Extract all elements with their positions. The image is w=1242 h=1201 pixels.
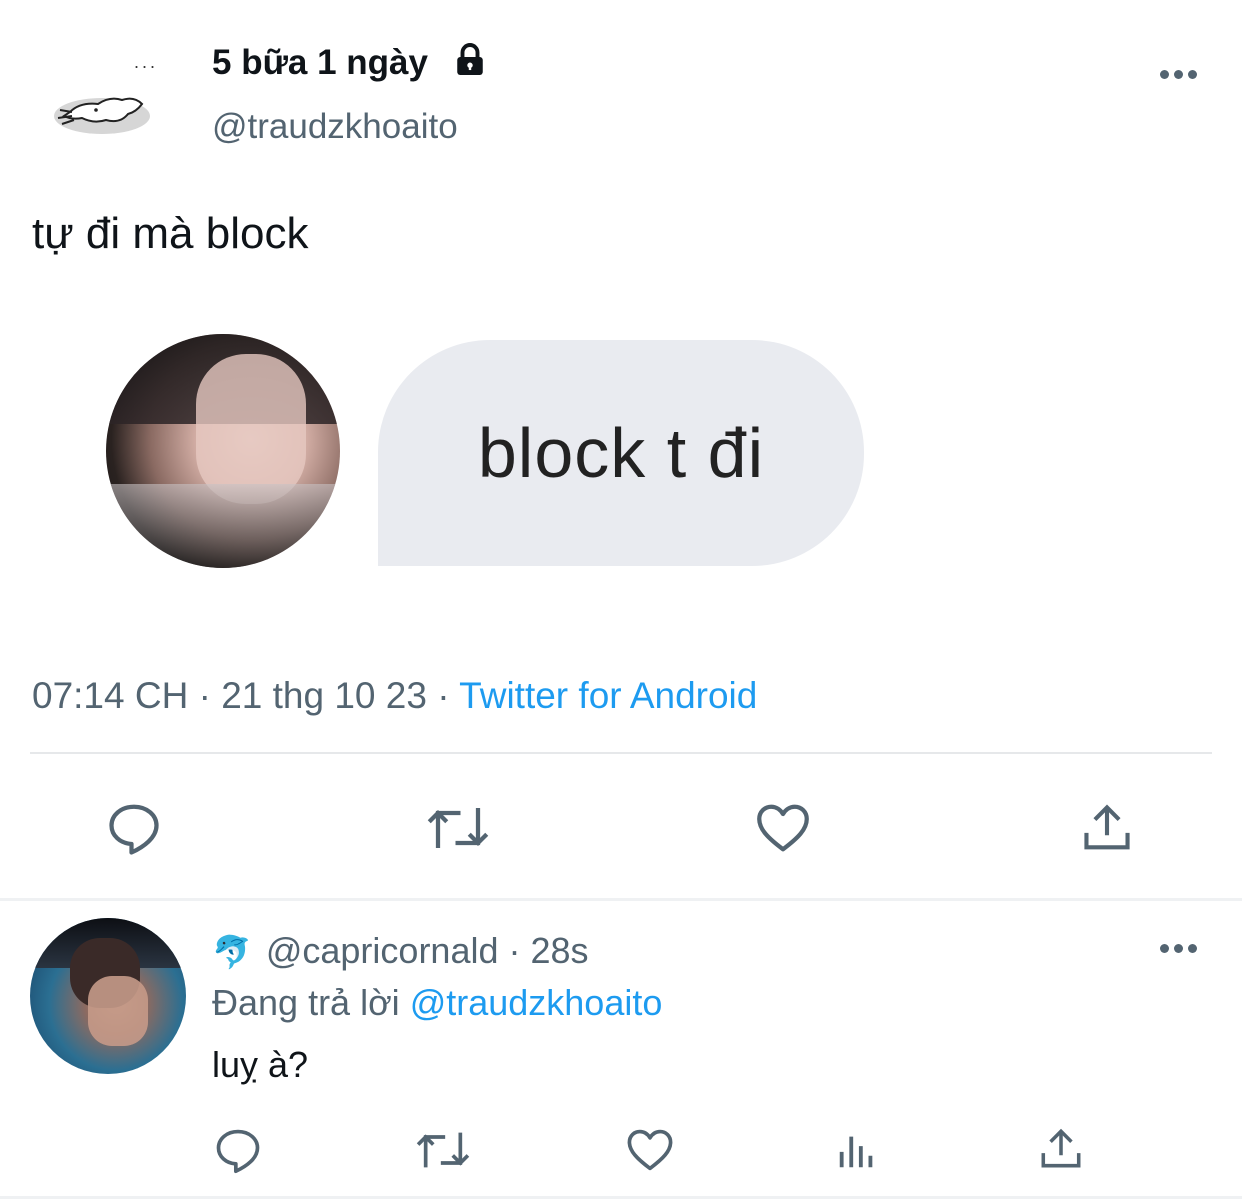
divider bbox=[30, 752, 1212, 754]
reply-icon[interactable] bbox=[104, 798, 164, 858]
tweet-handle[interactable]: @traudzkhoaito bbox=[212, 104, 458, 150]
lock-icon bbox=[457, 43, 483, 75]
tweet-date: 21 thg 10 23 bbox=[221, 675, 427, 716]
tweet-author-avatar[interactable]: ... bbox=[50, 40, 160, 140]
avatar-dots: ... bbox=[134, 52, 159, 72]
replying-to-link[interactable]: @traudzkhoaito bbox=[410, 982, 663, 1023]
tweet-text: tự đi mà block bbox=[32, 209, 309, 258]
share-icon[interactable] bbox=[1036, 1122, 1086, 1176]
section-divider bbox=[0, 1196, 1242, 1199]
tweet-display-name[interactable]: 5 bữa 1 ngày bbox=[212, 40, 428, 86]
more-icon[interactable] bbox=[1160, 70, 1200, 82]
more-icon[interactable] bbox=[1160, 944, 1200, 956]
profile-photo bbox=[106, 334, 340, 568]
like-icon[interactable] bbox=[624, 1124, 676, 1176]
replying-prefix: Đang trả lời bbox=[212, 982, 410, 1023]
doodle-image bbox=[54, 97, 150, 134]
meta-separator: · bbox=[426, 675, 460, 716]
reply-author-avatar[interactable] bbox=[30, 918, 186, 1074]
retweet-icon[interactable] bbox=[414, 1124, 472, 1176]
reply-text: luỵ à? bbox=[212, 1044, 309, 1085]
tweet-source-link[interactable]: Twitter for Android bbox=[459, 675, 757, 716]
section-divider bbox=[0, 898, 1242, 901]
message-bubble-text: block t đi bbox=[477, 414, 765, 492]
reply-handle[interactable]: @capricornald bbox=[266, 930, 499, 971]
meta-separator: · bbox=[188, 675, 222, 716]
views-icon[interactable] bbox=[834, 1124, 880, 1176]
share-icon[interactable] bbox=[1078, 798, 1136, 858]
dolphin-emoji: 🐬 bbox=[212, 934, 252, 970]
replying-to: Đang trả lời @traudzkhoaito bbox=[212, 980, 662, 1026]
tweet-meta: 07:14 CH · 21 thg 10 23 · Twitter for An… bbox=[32, 672, 757, 720]
reply-icon[interactable] bbox=[212, 1124, 264, 1176]
tweet-time: 07:14 CH bbox=[32, 675, 189, 716]
reply-header: 🐬 @capricornald · 28s bbox=[212, 928, 589, 975]
message-bubble: block t đi bbox=[378, 340, 864, 566]
reply-time: · 28s bbox=[508, 930, 589, 971]
retweet-icon[interactable] bbox=[424, 798, 492, 858]
like-icon[interactable] bbox=[752, 798, 814, 858]
tweet-image[interactable]: block t đi bbox=[90, 300, 890, 590]
